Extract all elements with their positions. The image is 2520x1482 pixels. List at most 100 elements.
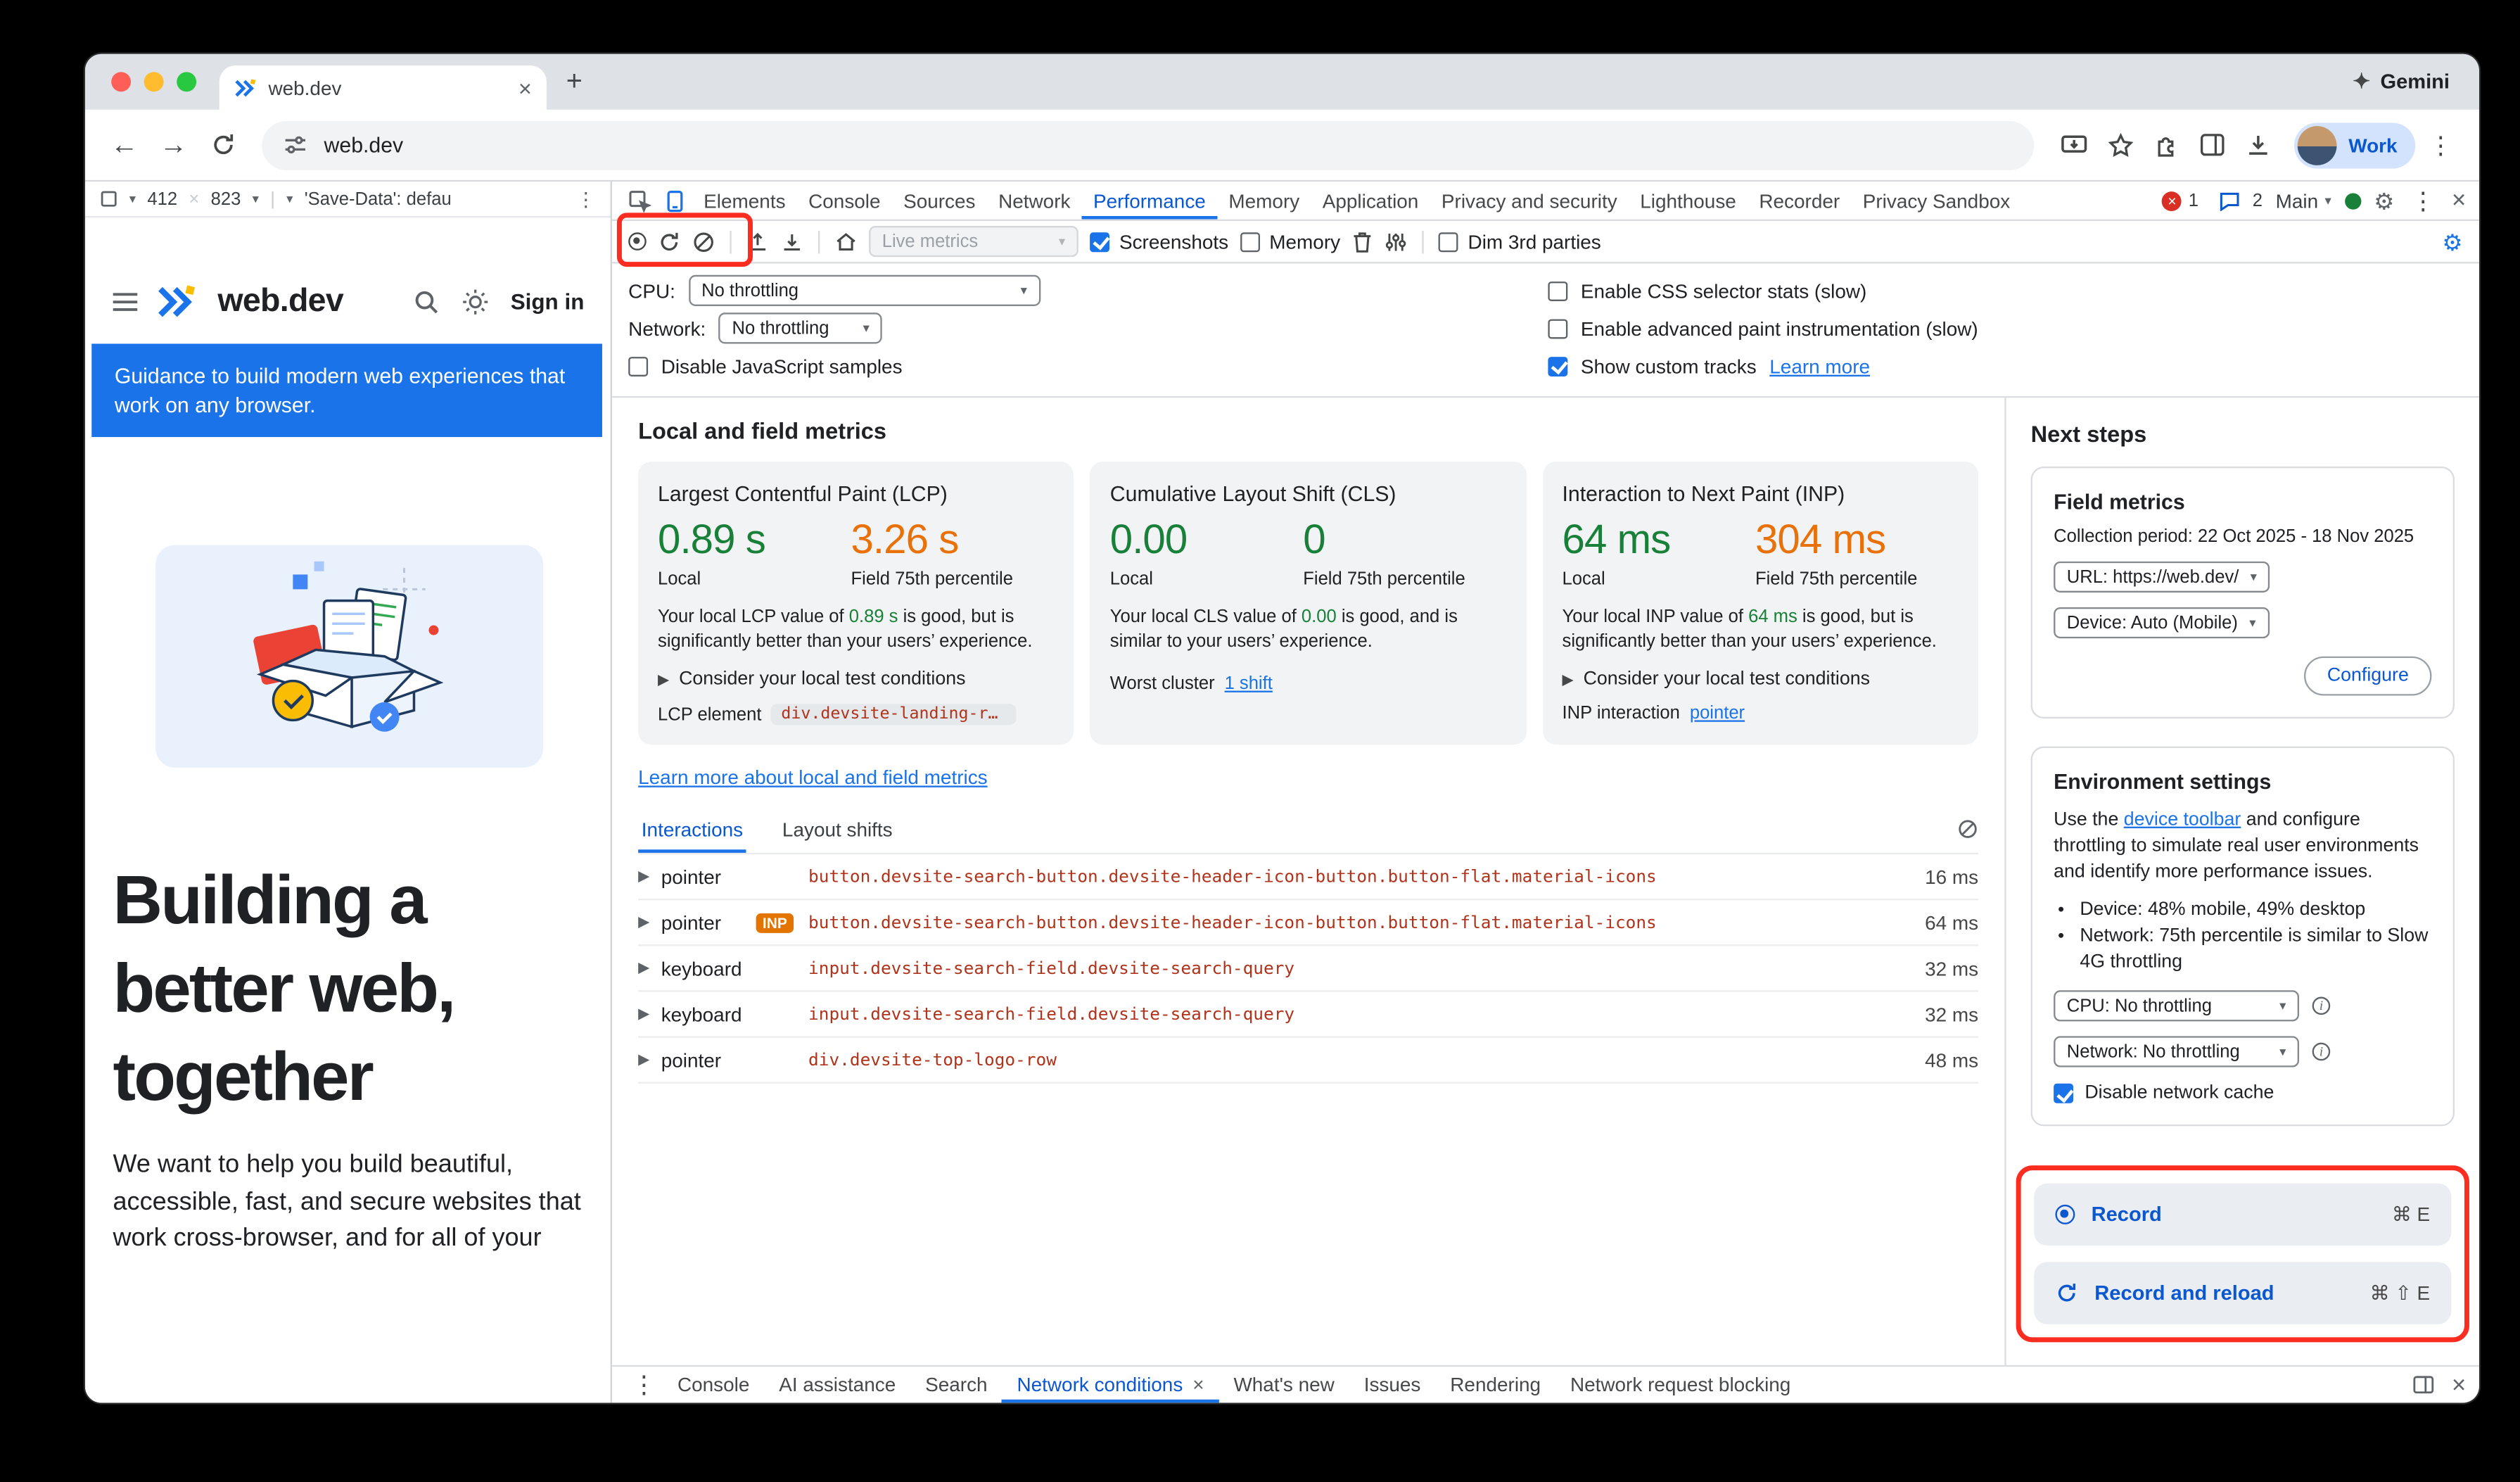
row-expand-icon[interactable]: ▶	[638, 913, 661, 932]
zoom-dropdown-icon[interactable]: ▾	[253, 191, 259, 206]
search-icon[interactable]	[412, 287, 440, 315]
side-panel-icon[interactable]	[2200, 132, 2226, 157]
address-bar[interactable]: web.dev	[262, 120, 2035, 170]
tab-performance[interactable]: Performance	[1082, 182, 1217, 219]
downloads-icon[interactable]	[2246, 132, 2272, 158]
minimize-window-button[interactable]	[144, 72, 164, 91]
install-icon[interactable]	[2061, 132, 2089, 158]
drawer-tab-search[interactable]: Search	[910, 1367, 1002, 1402]
interaction-target-link[interactable]: input.devsite-search-field.devsite-searc…	[808, 1004, 1902, 1024]
network-throttling-select[interactable]: No throttling ▾	[719, 312, 883, 343]
viewport-width-field[interactable]: 412	[147, 189, 177, 209]
row-expand-icon[interactable]: ▶	[638, 868, 661, 886]
interaction-row[interactable]: ▶ pointer button.devsite-search-button.d…	[638, 854, 1978, 900]
interaction-row[interactable]: ▶ pointer div.devsite-top-logo-row 48 ms	[638, 1038, 1978, 1084]
device-toolbar-kebab-icon[interactable]: ⋮	[576, 187, 596, 210]
interaction-row[interactable]: ▶ keyboard input.devsite-search-field.de…	[638, 946, 1978, 992]
load-profile-icon[interactable]	[746, 230, 770, 253]
sign-in-button[interactable]: Sign in	[511, 289, 585, 314]
hamburger-menu-icon[interactable]	[111, 291, 139, 312]
close-window-button[interactable]	[111, 72, 131, 91]
device-toolbar-toggle-icon[interactable]	[658, 189, 692, 213]
errors-icon[interactable]: ×	[2163, 191, 2182, 210]
devtools-kebab-icon[interactable]: ⋮	[2407, 186, 2438, 215]
row-expand-icon[interactable]: ▶	[638, 959, 661, 977]
drawer-tab-console[interactable]: Console	[663, 1367, 764, 1402]
row-expand-icon[interactable]: ▶	[638, 1005, 661, 1023]
record-and-reload-button[interactable]: Record and reload ⌘ ⇧ E	[2034, 1262, 2451, 1324]
interaction-row[interactable]: ▶ pointer INP button.devsite-search-butt…	[638, 900, 1978, 946]
tab-privacy-security[interactable]: Privacy and security	[1430, 182, 1629, 219]
interaction-target-link[interactable]: input.devsite-search-field.devsite-searc…	[808, 958, 1902, 978]
inp-interaction-link[interactable]: pointer	[1690, 704, 1745, 723]
device-dimensions-icon[interactable]	[100, 190, 118, 208]
custom-tracks-checkbox[interactable]	[1548, 356, 1567, 376]
devtools-settings-gear-icon[interactable]: ⚙	[2374, 189, 2394, 213]
issues-icon[interactable]	[2212, 191, 2246, 210]
cls-worst-cluster-link[interactable]: 1 shift	[1225, 674, 1273, 694]
browser-menu-kebab-icon[interactable]: ⋮	[2419, 130, 2463, 160]
record-and-reload-icon[interactable]	[658, 230, 681, 253]
tab-interactions[interactable]: Interactions	[638, 812, 746, 853]
learn-more-metrics-link[interactable]: Learn more about local and field metrics	[638, 766, 987, 790]
tab-elements[interactable]: Elements	[692, 182, 797, 219]
drawer-tab-rendering[interactable]: Rendering	[1435, 1367, 1555, 1402]
cpu-throttling-select[interactable]: No throttling ▾	[688, 275, 1040, 306]
dimensions-dropdown-icon[interactable]: ▾	[129, 191, 136, 206]
inp-test-conditions-expander[interactable]: ▶ Consider your local test conditions	[1563, 669, 1959, 689]
tab-privacy-sandbox[interactable]: Privacy Sandbox	[1851, 182, 2021, 219]
lcp-test-conditions-expander[interactable]: ▶ Consider your local test conditions	[658, 669, 1055, 689]
split-panel-icon[interactable]	[2412, 1375, 2436, 1395]
disable-js-samples-checkbox[interactable]	[628, 356, 648, 376]
tab-console[interactable]: Console	[797, 182, 892, 219]
bookmark-star-icon[interactable]	[2108, 132, 2134, 158]
context-selector[interactable]: Main ▾	[2276, 189, 2331, 213]
record-icon[interactable]	[628, 232, 647, 251]
tab-close-icon[interactable]: ×	[518, 76, 532, 99]
back-button[interactable]: ←	[101, 122, 147, 167]
drawer-kebab-icon[interactable]: ⋮	[625, 1370, 663, 1400]
device-toolbar-link[interactable]: device toolbar	[2124, 810, 2241, 830]
dim-third-parties-checkbox[interactable]	[1439, 232, 1458, 251]
network-conditions-sliders-icon[interactable]	[1385, 230, 1408, 253]
tab-memory[interactable]: Memory	[1217, 182, 1311, 219]
tab-layout-shifts[interactable]: Layout shifts	[779, 812, 896, 853]
webdev-logo-icon[interactable]	[155, 284, 198, 319]
custom-tracks-learn-more-link[interactable]: Learn more	[1769, 355, 1870, 378]
tab-recorder[interactable]: Recorder	[1748, 182, 1851, 219]
maximize-window-button[interactable]	[177, 72, 196, 91]
promo-banner[interactable]: Guidance to build modern web experiences…	[91, 343, 602, 437]
interaction-target-link[interactable]: button.devsite-search-button.devsite-hea…	[808, 867, 1902, 887]
configure-button[interactable]: Configure	[2304, 657, 2431, 696]
drawer-tab-network-request-blocking[interactable]: Network request blocking	[1555, 1367, 1805, 1402]
env-network-select[interactable]: Network: No throttling ▾	[2054, 1036, 2299, 1067]
interaction-target-link[interactable]: button.devsite-search-button.devsite-hea…	[808, 913, 1902, 932]
tab-network[interactable]: Network	[987, 182, 1082, 219]
gemini-button[interactable]: ✦ Gemini	[2353, 69, 2450, 95]
capture-settings-gear-icon[interactable]: ⚙	[2442, 230, 2462, 253]
save-profile-icon[interactable]	[781, 230, 804, 253]
forward-button[interactable]: →	[151, 122, 196, 167]
tab-application[interactable]: Application	[1311, 182, 1430, 219]
site-brand[interactable]: web.dev	[217, 282, 343, 319]
css-selector-stats-checkbox[interactable]	[1548, 281, 1567, 300]
network-info-icon[interactable]: i	[2312, 1043, 2331, 1061]
throttle-dropdown-icon[interactable]: ▾	[286, 191, 293, 206]
profile-button[interactable]: Work	[2295, 122, 2416, 167]
issue-count[interactable]: 2	[2253, 191, 2263, 210]
env-cpu-select[interactable]: CPU: No throttling ▾	[2054, 990, 2299, 1021]
clear-recordings-icon[interactable]	[692, 230, 715, 253]
memory-checkbox[interactable]	[1240, 232, 1259, 251]
paint-instrumentation-checkbox[interactable]	[1548, 318, 1567, 338]
interaction-row[interactable]: ▶ keyboard input.devsite-search-field.de…	[638, 992, 1978, 1038]
row-expand-icon[interactable]: ▶	[638, 1051, 661, 1069]
lcp-element-chip[interactable]: div.devsite-landing-row-ite…	[771, 704, 1017, 725]
drawer-close-icon[interactable]: ×	[2452, 1372, 2466, 1397]
tab-lighthouse[interactable]: Lighthouse	[1629, 182, 1748, 219]
extensions-puzzle-icon[interactable]	[2153, 132, 2179, 158]
field-url-select[interactable]: URL: https://web.dev/ ▾	[2054, 562, 2270, 593]
live-metrics-home-icon[interactable]	[834, 230, 858, 253]
devtools-close-icon[interactable]: ×	[2452, 188, 2466, 213]
inspect-element-icon[interactable]	[622, 189, 658, 213]
error-count[interactable]: 1	[2189, 191, 2198, 210]
